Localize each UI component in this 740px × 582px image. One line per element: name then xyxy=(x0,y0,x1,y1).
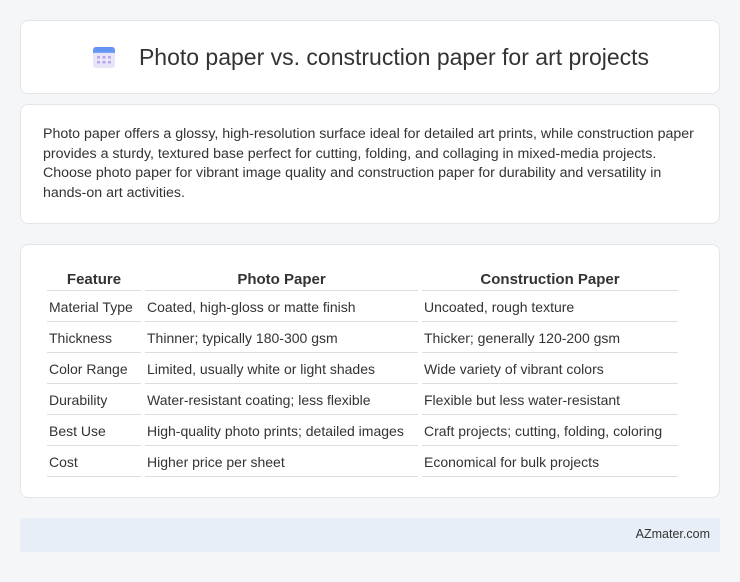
feature-cell: Material Type xyxy=(47,293,141,322)
table-row: Cost Higher price per sheet Economical f… xyxy=(47,448,678,477)
comparison-table: Feature Photo Paper Construction Paper M… xyxy=(43,263,682,479)
column-header-construction-paper: Construction Paper xyxy=(422,265,678,291)
construction-paper-cell: Thicker; generally 120-200 gsm xyxy=(422,324,678,353)
column-header-photo-paper: Photo Paper xyxy=(145,265,418,291)
footer-bar: AZmater.com xyxy=(20,518,720,552)
feature-cell: Durability xyxy=(47,386,141,415)
table-header-row: Feature Photo Paper Construction Paper xyxy=(47,265,678,291)
construction-paper-cell: Economical for bulk projects xyxy=(422,448,678,477)
feature-cell: Cost xyxy=(47,448,141,477)
comparison-table-card: Feature Photo Paper Construction Paper M… xyxy=(20,244,720,498)
feature-cell: Thickness xyxy=(47,324,141,353)
summary-text: Photo paper offers a glossy, high-resolu… xyxy=(43,126,694,201)
photo-paper-cell: Water-resistant coating; less flexible xyxy=(145,386,418,415)
summary-card: Photo paper offers a glossy, high-resolu… xyxy=(20,104,720,224)
feature-cell: Best Use xyxy=(47,417,141,446)
construction-paper-cell: Uncoated, rough texture xyxy=(422,293,678,322)
calendar-icon xyxy=(91,44,117,70)
photo-paper-cell: Thinner; typically 180-300 gsm xyxy=(145,324,418,353)
table-row: Material Type Coated, high-gloss or matt… xyxy=(47,293,678,322)
photo-paper-cell: High-quality photo prints; detailed imag… xyxy=(145,417,418,446)
table-row: Durability Water-resistant coating; less… xyxy=(47,386,678,415)
table-row: Thickness Thinner; typically 180-300 gsm… xyxy=(47,324,678,353)
page-title: Photo paper vs. construction paper for a… xyxy=(138,43,650,70)
photo-paper-cell: Coated, high-gloss or matte finish xyxy=(145,293,418,322)
header-card: Photo paper vs. construction paper for a… xyxy=(20,20,720,94)
footer-brand-link[interactable]: AZmater.com xyxy=(636,527,710,541)
photo-paper-cell: Limited, usually white or light shades xyxy=(145,355,418,384)
column-header-feature: Feature xyxy=(47,265,141,291)
photo-paper-cell: Higher price per sheet xyxy=(145,448,418,477)
construction-paper-cell: Flexible but less water-resistant xyxy=(422,386,678,415)
table-row: Best Use High-quality photo prints; deta… xyxy=(47,417,678,446)
construction-paper-cell: Wide variety of vibrant colors xyxy=(422,355,678,384)
feature-cell: Color Range xyxy=(47,355,141,384)
construction-paper-cell: Craft projects; cutting, folding, colori… xyxy=(422,417,678,446)
table-row: Color Range Limited, usually white or li… xyxy=(47,355,678,384)
